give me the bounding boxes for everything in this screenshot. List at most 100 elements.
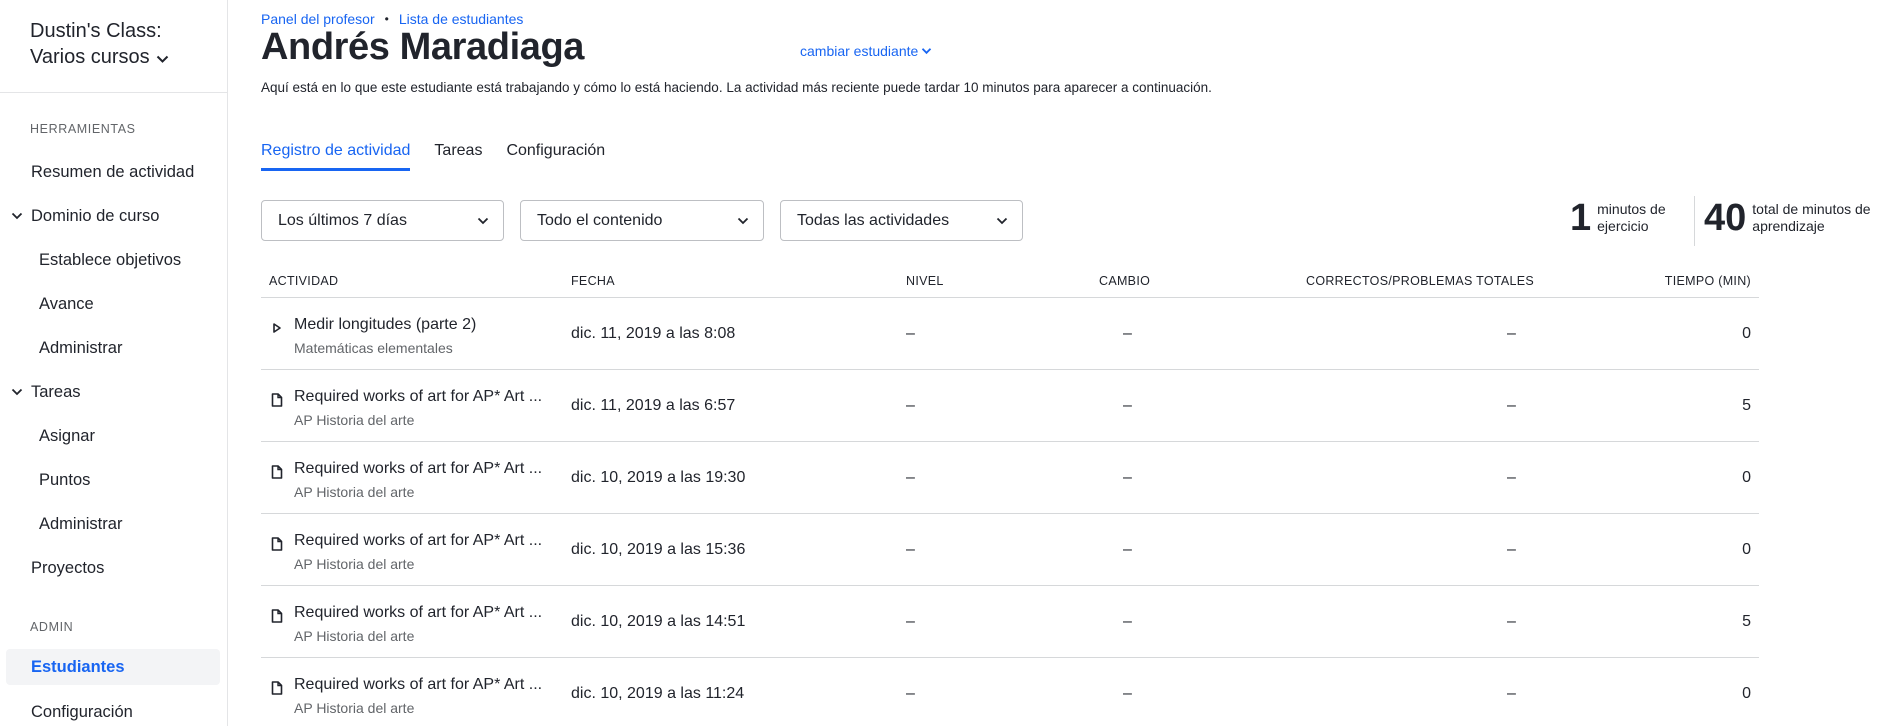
- sidebar-item-set-goals[interactable]: Establece objetivos: [0, 242, 228, 278]
- page-title: Andrés Maradiaga: [261, 26, 585, 68]
- breadcrumb-student-list[interactable]: Lista de estudiantes: [399, 11, 524, 27]
- table-row[interactable]: Required works of art for AP* Art ... AP…: [261, 442, 1759, 514]
- sidebar-item-label: Puntos: [39, 470, 91, 489]
- tab-activity-log[interactable]: Registro de actividad: [261, 142, 411, 171]
- section-label-tools: HERRAMIENTAS: [30, 122, 136, 136]
- sidebar-item-assignments[interactable]: Tareas: [0, 374, 228, 410]
- sidebar-item-manage-assignments[interactable]: Administrar: [0, 506, 228, 542]
- table-row[interactable]: Required works of art for AP* Art ... AP…: [261, 586, 1759, 658]
- sidebar-item-settings[interactable]: Configuración: [0, 694, 228, 726]
- content-filter-dropdown[interactable]: Todo el contenido: [520, 200, 764, 241]
- activity-title[interactable]: Required works of art for AP* Art ...: [294, 604, 542, 622]
- chevron-down-icon: [156, 45, 169, 71]
- activity-level: –: [906, 397, 915, 414]
- sidebar-item-label: Proyectos: [31, 558, 105, 577]
- activity-level: –: [906, 325, 915, 342]
- article-icon: [270, 536, 284, 552]
- column-header-activity: ACTIVIDAD: [269, 274, 339, 288]
- activity-correct: –: [1507, 541, 1516, 558]
- activity-correct: –: [1507, 397, 1516, 414]
- activity-time: 5: [1742, 613, 1751, 630]
- activity-time: 0: [1742, 325, 1751, 342]
- sidebar-item-label: Estudiantes: [31, 657, 125, 676]
- chevron-down-icon: [737, 217, 749, 224]
- tab-assignments[interactable]: Tareas: [434, 142, 482, 171]
- change-student-button[interactable]: cambiar estudiante: [800, 43, 932, 59]
- sidebar-item-label: Resumen de actividad: [31, 162, 195, 181]
- column-header-date: FECHA: [571, 274, 615, 288]
- sidebar-item-students[interactable]: Estudiantes: [6, 649, 220, 685]
- activity-time: 0: [1742, 685, 1751, 702]
- activities-filter-value: Todas las actividades: [797, 211, 950, 229]
- sidebar: Dustin's Class: Varios cursos HERRAMIENT…: [0, 0, 228, 726]
- main-content: Panel del profesor • Lista de estudiante…: [228, 0, 1888, 726]
- period-filter-value: Los últimos 7 días: [278, 211, 407, 229]
- learning-minutes-value: 40: [1704, 197, 1747, 239]
- stats-divider: [1694, 196, 1695, 246]
- activity-level: –: [906, 469, 915, 486]
- article-icon: [270, 392, 284, 408]
- column-header-time: TIEMPO (MIN): [1664, 274, 1751, 288]
- activity-change: –: [1123, 685, 1132, 702]
- sidebar-item-projects[interactable]: Proyectos: [0, 550, 228, 586]
- activity-course: AP Historia del arte: [294, 412, 415, 428]
- video-play-icon: [270, 320, 284, 336]
- activity-correct: –: [1507, 469, 1516, 486]
- sidebar-item-assign[interactable]: Asignar: [0, 418, 228, 454]
- activity-course: AP Historia del arte: [294, 484, 415, 500]
- activity-change: –: [1123, 325, 1132, 342]
- table-row[interactable]: Medir longitudes (parte 2) Matemáticas e…: [261, 298, 1759, 370]
- learning-minutes-stat: 40 total de minutos de aprendizaje: [1704, 196, 1882, 240]
- exercise-minutes-stat: 1 minutos de ejercicio: [1570, 196, 1673, 240]
- column-header-correct: CORRECTOS/PROBLEMAS TOTALES: [1306, 274, 1535, 288]
- sidebar-item-label: Administrar: [39, 338, 123, 357]
- activity-date: dic. 11, 2019 a las 6:57: [571, 397, 736, 414]
- sidebar-divider: [0, 92, 228, 93]
- period-filter-dropdown[interactable]: Los últimos 7 días: [261, 200, 504, 241]
- table-row[interactable]: Required works of art for AP* Art ... AP…: [261, 514, 1759, 586]
- sidebar-item-label: Dominio de curso: [31, 206, 160, 225]
- sidebar-item-activity-summary[interactable]: Resumen de actividad: [0, 154, 228, 190]
- sidebar-item-course-mastery[interactable]: Dominio de curso: [0, 198, 228, 234]
- activity-title[interactable]: Required works of art for AP* Art ...: [294, 676, 542, 694]
- activity-table: ACTIVIDAD FECHA NIVEL CAMBIO CORRECTOS/P…: [261, 266, 1759, 726]
- activity-date: dic. 10, 2019 a las 11:24: [571, 685, 745, 702]
- page-description: Aquí está en lo que este estudiante está…: [261, 80, 1212, 95]
- class-switcher[interactable]: Dustin's Class: Varios cursos: [30, 18, 220, 71]
- activity-date: dic. 10, 2019 a las 19:30: [571, 469, 746, 486]
- breadcrumb-teacher-dashboard[interactable]: Panel del profesor: [261, 11, 375, 27]
- table-header: ACTIVIDAD FECHA NIVEL CAMBIO CORRECTOS/P…: [261, 266, 1759, 298]
- activity-correct: –: [1507, 325, 1516, 342]
- activity-title[interactable]: Medir longitudes (parte 2): [294, 316, 476, 334]
- change-student-label: cambiar estudiante: [800, 43, 919, 59]
- activity-date: dic. 10, 2019 a las 14:51: [571, 613, 746, 630]
- activity-title[interactable]: Required works of art for AP* Art ...: [294, 532, 542, 550]
- activity-title[interactable]: Required works of art for AP* Art ...: [294, 460, 542, 478]
- chevron-down-icon: [10, 209, 24, 223]
- activity-course: AP Historia del arte: [294, 628, 415, 644]
- sidebar-item-manage-mastery[interactable]: Administrar: [0, 330, 228, 366]
- activity-date: dic. 11, 2019 a las 8:08: [571, 325, 736, 342]
- chevron-down-icon: [477, 217, 489, 224]
- exercise-minutes-value: 1: [1570, 197, 1592, 239]
- column-header-level: NIVEL: [906, 274, 944, 288]
- sidebar-item-scores[interactable]: Puntos: [0, 462, 228, 498]
- activity-course: AP Historia del arte: [294, 556, 415, 572]
- sidebar-item-label: Administrar: [39, 514, 123, 533]
- tab-settings[interactable]: Configuración: [506, 142, 605, 171]
- class-name: Dustin's Class: Varios cursos: [30, 20, 162, 68]
- learning-minutes-label: total de minutos de aprendizaje: [1752, 201, 1871, 234]
- activity-correct: –: [1507, 685, 1516, 702]
- activity-time: 0: [1742, 469, 1751, 486]
- chevron-down-icon: [996, 217, 1008, 224]
- sidebar-item-progress[interactable]: Avance: [0, 286, 228, 322]
- table-row[interactable]: Required works of art for AP* Art ... AP…: [261, 370, 1759, 442]
- sidebar-item-label: Tareas: [31, 382, 81, 401]
- column-header-change: CAMBIO: [1099, 274, 1151, 288]
- sidebar-item-label: Establece objetivos: [39, 250, 182, 269]
- activities-filter-dropdown[interactable]: Todas las actividades: [780, 200, 1023, 241]
- table-row[interactable]: Required works of art for AP* Art ... AP…: [261, 658, 1759, 726]
- activity-title[interactable]: Required works of art for AP* Art ...: [294, 388, 542, 406]
- breadcrumb-separator: •: [384, 12, 389, 26]
- activity-time: 0: [1742, 541, 1751, 558]
